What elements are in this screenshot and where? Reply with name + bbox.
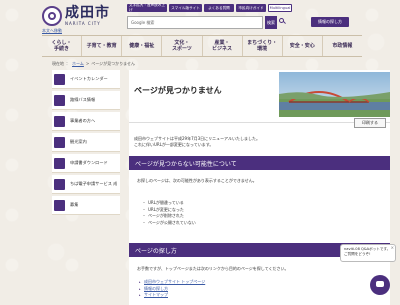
online-form-icon (54, 178, 65, 190)
nav-industry-business[interactable]: 産業・ ビジネス (201, 36, 242, 56)
chatbot-icon[interactable] (370, 275, 390, 295)
sidebar-item-label: ちば電子申請サービス 成 (70, 181, 118, 186)
top-page-link[interactable]: 成田市ウェブサイト トップページ (144, 279, 205, 284)
sidebar-item-downloads[interactable]: 申請書ダウンロード (52, 154, 120, 173)
breadcrumb-prefix: 現在地 (52, 61, 64, 66)
site-logo[interactable]: 成田市 NARITA CITY (42, 6, 110, 26)
search-button[interactable]: 検索 (265, 16, 277, 29)
intro-text: 成田市ウェブサイトは平成29年7月3日にリニューアルいたしました。 これに伴いU… (134, 136, 260, 147)
sidebar-item-recruitment[interactable]: 募集 (52, 196, 120, 215)
utility-links: 文字拡大・音声読み上げ スマイル版サイト よくある質問 市民向けガイド Mult… (127, 3, 292, 12)
section-how-to-find-text: お手数ですが、トップページまたは次のリンクから目的のページを探してください。 (137, 266, 289, 271)
global-nav: くらし・ 手続き 子育て・教育 健康・福祉 文化・ スポーツ 産業・ ビジネス … (42, 35, 362, 57)
help-links: 成田市ウェブサイト トップページ 情報の探し方 サイトマップ (139, 279, 205, 299)
hero-photo-bridge (279, 72, 390, 117)
search-input[interactable]: Google 検索 (127, 16, 263, 29)
seal-logo-icon (42, 6, 62, 26)
tourism-icon (54, 136, 65, 148)
sidebar: イベントカレンダー 路線バス情報 事業者の方へ 観光案内 申請書ダウンロード ち… (52, 70, 120, 217)
calendar-icon (54, 73, 65, 85)
list-item: ページが公開されていない (142, 220, 196, 227)
nav-childcare-education[interactable]: 子育て・教育 (81, 36, 121, 56)
main-content: ページが見つかりません 印刷する 成田市ウェブサイトは平成29年7月3日にリニュ… (129, 70, 390, 305)
sidebar-item-label: 観光案内 (70, 139, 87, 144)
nav-culture-sports[interactable]: 文化・ スポーツ (161, 36, 201, 56)
sidebar-item-label: 路線バス情報 (70, 97, 96, 102)
citizen-guide-link[interactable]: 市民向けガイド (236, 4, 266, 12)
nav-living[interactable]: くらし・ 手続き (42, 36, 81, 56)
sidebar-item-label: 申請書ダウンロード (70, 160, 108, 165)
sidebar-item-bus[interactable]: 路線バス情報 (52, 91, 120, 110)
multilingual-link[interactable]: Multilingual (268, 4, 292, 12)
page-title: ページが見つかりません (134, 86, 222, 95)
nav-city-info[interactable]: 市政情報 (321, 36, 362, 56)
section-possibility-text: お探しのページは、次の可能性があり表示することができません。 (137, 178, 257, 183)
how-to-find-link[interactable]: 情報の探し方 (144, 286, 168, 291)
bus-icon (54, 94, 65, 106)
search-icon[interactable] (279, 18, 285, 24)
accessibility-link[interactable]: 文字拡大・音声読み上げ (127, 3, 167, 12)
sidebar-item-label: 募集 (70, 202, 79, 207)
page-title-box: ページが見つかりません 印刷する (129, 70, 390, 128)
close-icon[interactable]: × (391, 245, 394, 250)
recruit-icon (54, 199, 65, 211)
sidebar-item-event-calendar[interactable]: イベントカレンダー (52, 70, 120, 89)
sidebar-item-tourism[interactable]: 観光案内 (52, 133, 120, 152)
sidebar-item-online-forms[interactable]: ちば電子申請サービス 成 (52, 175, 120, 194)
chatbot-bubble[interactable]: naviti-08 Q&Aボットです。 ご質問をどうぞ! × (340, 244, 396, 262)
smile-site-link[interactable]: スマイル版サイト (169, 4, 202, 12)
download-icon (54, 157, 65, 169)
section-heading-possibility: ページが見つからない可能性について (129, 156, 390, 170)
nav-safety[interactable]: 安全・安心 (281, 36, 322, 56)
sidebar-item-label: イベントカレンダー (70, 76, 108, 81)
faq-link[interactable]: よくある質問 (204, 4, 234, 12)
breadcrumb-current: ページが見つかりません (91, 61, 136, 66)
sidebar-item-business[interactable]: 事業者の方へ (52, 112, 120, 131)
skip-to-content-link[interactable]: 本文へ移動 (42, 28, 62, 34)
how-to-find-info-button[interactable]: 情報の探し方 (311, 17, 349, 27)
logo-text: 成田市 (65, 5, 110, 21)
breadcrumb: 現在地 ： ホーム > ページが見つかりません (52, 61, 136, 67)
nav-health-welfare[interactable]: 健康・福祉 (121, 36, 161, 56)
sidebar-item-label: 事業者の方へ (70, 118, 96, 123)
business-icon (54, 115, 65, 127)
logo-english: NARITA CITY (65, 21, 101, 26)
reason-list: URLが間違っている URLが変更になった ページが削除された ページが公開され… (142, 200, 196, 227)
site-header: 成田市 NARITA CITY 本文へ移動 文字拡大・音声読み上げ スマイル版サ… (0, 0, 400, 60)
breadcrumb-home-link[interactable]: ホーム (72, 61, 84, 67)
nav-town-environment[interactable]: まちづくり・ 環境 (241, 36, 282, 56)
sitemap-link[interactable]: サイトマップ (144, 292, 168, 297)
print-button[interactable]: 印刷する (354, 118, 386, 128)
